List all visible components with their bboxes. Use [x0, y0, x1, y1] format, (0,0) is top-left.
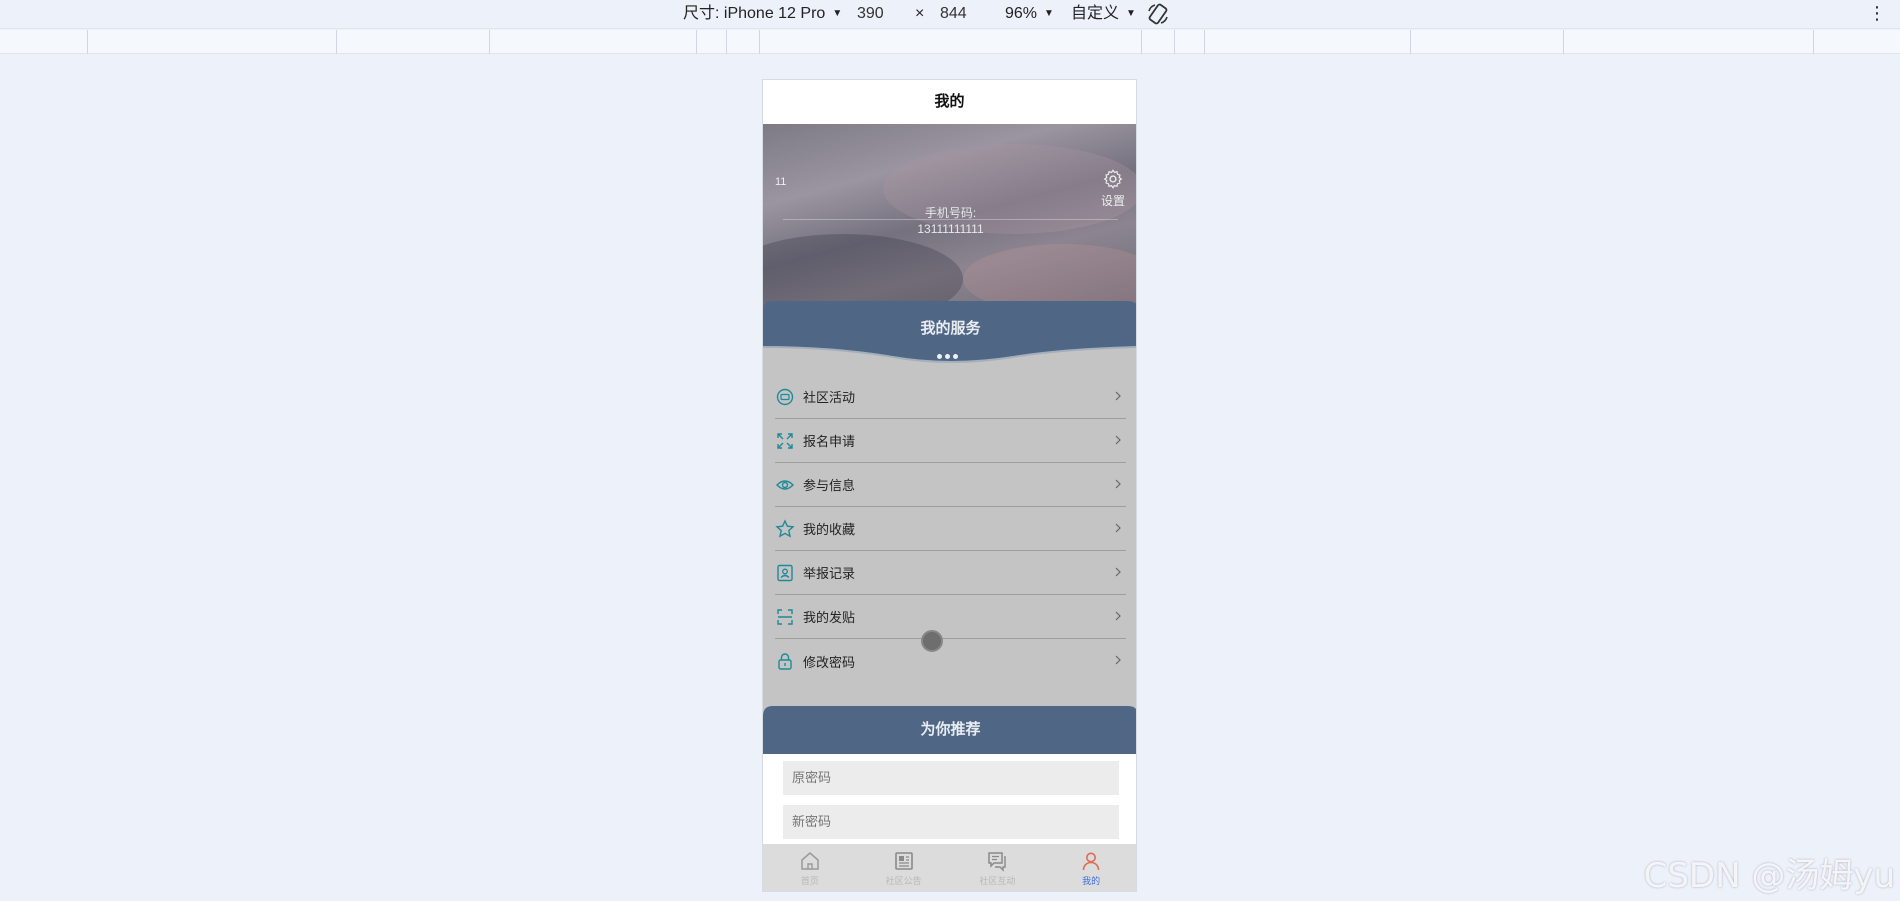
menu-item-posts[interactable]: 我的发贴 — [775, 595, 1126, 639]
chevron-down-icon: ▼ — [1126, 8, 1136, 19]
settings-button[interactable]: 设置 — [1098, 168, 1128, 209]
chevron-right-icon — [1115, 611, 1121, 621]
zoom-select[interactable]: 96% ▼ — [1005, 3, 1054, 25]
tab-label: 我的 — [1082, 876, 1101, 886]
old-password-input[interactable] — [783, 761, 1119, 795]
menu-item-participation[interactable]: 参与信息 — [775, 463, 1126, 507]
devtools-toolbar: 尺寸: iPhone 12 Pro ▼ 390 × 844 96% ▼ 自定义 … — [0, 0, 1900, 29]
menu-item-label: 我的发贴 — [803, 610, 856, 625]
chat-bubble-icon — [776, 388, 794, 405]
throttle-select[interactable]: 自定义 ▼ — [1071, 3, 1136, 25]
newspaper-icon — [894, 852, 913, 870]
menu-item-signup[interactable]: 报名申请 — [775, 419, 1126, 463]
rotate-button[interactable] — [1146, 3, 1170, 25]
throttle-label: 自定义 — [1071, 5, 1120, 22]
watermark: CSDN @汤姆yu — [1643, 856, 1895, 896]
page-title: 我的 — [763, 80, 1136, 124]
services-title: 我的服务 — [920, 320, 981, 337]
settings-label: 设置 — [1100, 194, 1125, 208]
new-password-input[interactable] — [783, 805, 1119, 839]
rotate-icon — [1148, 3, 1168, 25]
chevron-right-icon — [1115, 655, 1121, 665]
phone-viewport: 我的 11 手机号码: 13111111111 设置 我的服务 社区活动 报名申… — [762, 79, 1137, 892]
services-header: 我的服务 — [763, 301, 1136, 365]
tab-label: 社区公告 — [885, 876, 922, 886]
tab-label: 社区互动 — [979, 876, 1016, 886]
chevron-right-icon — [1115, 479, 1121, 489]
profile-banner: 11 手机号码: 13111111111 设置 — [763, 124, 1136, 314]
services-menu: 社区活动 报名申请 参与信息 我的收藏 举报记录 我的发贴 修改密码 — [775, 375, 1126, 683]
height-input[interactable]: 844 — [940, 3, 967, 25]
contact-card-icon — [777, 564, 793, 581]
chevron-down-icon: ▼ — [1044, 8, 1054, 19]
phone-number: 13111111111 — [917, 222, 984, 236]
device-size-label: 尺寸: iPhone 12 Pro — [683, 5, 826, 22]
star-icon — [775, 518, 795, 538]
more-options-icon[interactable]: ⋮ — [1868, 2, 1886, 24]
chevron-right-icon — [1115, 567, 1121, 577]
tab-mine[interactable]: 我的 — [1044, 844, 1136, 891]
times-sign: × — [915, 5, 925, 22]
tab-home[interactable]: 首页 — [763, 844, 857, 891]
menu-item-label: 社区活动 — [803, 390, 856, 405]
menu-item-label: 举报记录 — [803, 566, 856, 581]
menu-item-label: 参与信息 — [803, 478, 856, 493]
zoom-label: 96% — [1005, 5, 1038, 22]
tab-label: 首页 — [800, 876, 819, 886]
menu-item-activity[interactable]: 社区活动 — [775, 375, 1126, 419]
phone-label: 手机号码: — [924, 206, 977, 220]
chevron-right-icon — [1115, 435, 1121, 445]
password-form — [763, 754, 1136, 854]
expand-icon — [777, 432, 793, 449]
comments-icon — [988, 852, 1007, 872]
menu-item-label: 修改密码 — [803, 654, 856, 670]
menu-item-label: 报名申请 — [803, 434, 856, 449]
tab-announcements[interactable]: 社区公告 — [857, 844, 951, 891]
media-query-ruler — [0, 30, 1900, 54]
touch-cursor — [921, 630, 943, 652]
recommend-title: 为你推荐 — [920, 721, 981, 738]
gear-icon — [1103, 169, 1123, 189]
more-dots-icon — [937, 354, 958, 359]
home-icon — [801, 852, 819, 870]
lock-icon — [778, 653, 792, 670]
menu-item-reports[interactable]: 举报记录 — [775, 551, 1126, 595]
menu-item-label: 我的收藏 — [803, 522, 856, 537]
eye-icon — [776, 479, 794, 490]
chevron-right-icon — [1115, 391, 1121, 401]
username: 11 — [775, 176, 787, 188]
width-input[interactable]: 390 — [857, 3, 884, 25]
menu-item-change-password[interactable]: 修改密码 — [775, 639, 1126, 683]
tab-interaction[interactable]: 社区互动 — [951, 844, 1045, 891]
device-select[interactable]: 尺寸: iPhone 12 Pro ▼ — [683, 3, 842, 25]
scan-icon — [777, 608, 793, 625]
recommend-header: 为你推荐 — [763, 706, 1136, 758]
chevron-right-icon — [1115, 523, 1121, 533]
bottom-tabbar: 首页 社区公告 社区互动 我的 — [763, 844, 1136, 891]
menu-item-favorites[interactable]: 我的收藏 — [775, 507, 1126, 551]
user-icon — [1082, 852, 1100, 871]
chevron-down-icon: ▼ — [832, 8, 843, 19]
